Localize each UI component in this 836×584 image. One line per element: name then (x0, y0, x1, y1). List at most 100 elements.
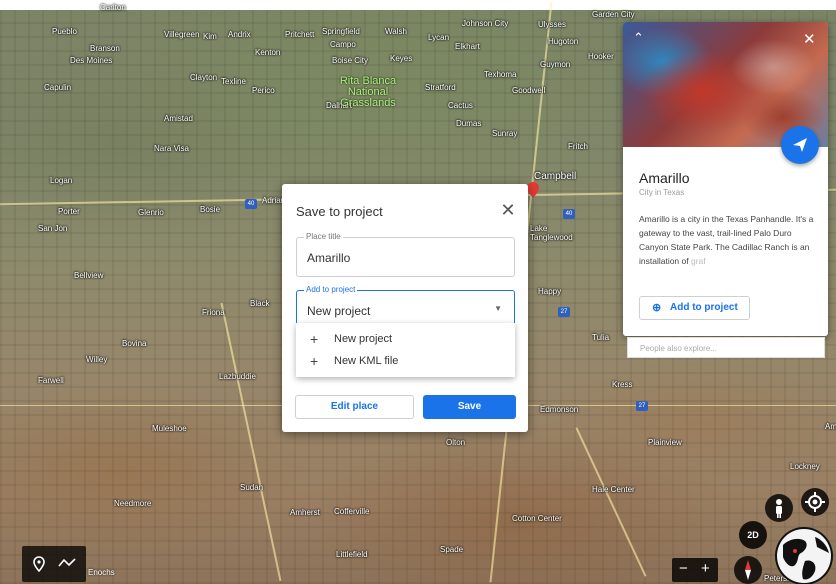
map-label: Kress (612, 380, 633, 389)
map-label: Sunray (492, 129, 518, 138)
map-label: Spade (440, 545, 464, 554)
highway-shield: 40 (563, 209, 575, 219)
map-label: Muleshoe (152, 424, 187, 433)
send-icon (793, 138, 807, 152)
map-label: San Jon (38, 224, 68, 233)
place-subtitle: City in Texas (639, 188, 685, 197)
add-place-icon: ⊕ (652, 302, 662, 314)
compass-icon (745, 560, 751, 580)
location-icon[interactable] (33, 556, 45, 572)
map-label: Farwell (38, 376, 64, 385)
map-label: Keyes (390, 54, 413, 63)
add-to-project-button[interactable]: ⊕ Add to project (639, 296, 750, 320)
map-label: Bellview (74, 271, 104, 280)
map-label: Texhoma (484, 70, 517, 79)
place-title-field[interactable]: Place title Amarillo (296, 232, 515, 277)
map-label: Ulysses (538, 20, 567, 29)
map-label: Amherst (290, 508, 320, 517)
globe-icon (777, 529, 831, 583)
pegman-icon (776, 499, 782, 518)
map-label: Des Moines (70, 56, 113, 65)
map-label: Lazbuddie (219, 372, 256, 381)
place-title-value: Amarillo (307, 251, 351, 265)
chevron-down-icon: ▼ (494, 304, 502, 313)
map-label: Amarillo (825, 422, 836, 431)
menu-item-label: New project (334, 333, 393, 345)
map-label: Plainview (648, 438, 682, 447)
map-label: Lycan (428, 33, 450, 42)
map-label: Black (250, 299, 270, 308)
map-label: Dumas (456, 119, 482, 128)
dialog-title: Save to project (296, 204, 383, 219)
map-label: Bovina (122, 339, 147, 348)
map-label: Lockney (790, 462, 820, 471)
map-label: Springfield (322, 27, 360, 36)
close-icon[interactable]: ✕ (803, 30, 816, 48)
map-label: Garden City (592, 10, 635, 19)
map-label: Olton (446, 438, 466, 447)
my-location-button[interactable] (801, 488, 829, 516)
map-label: Lake Tanglewood (530, 224, 573, 242)
map-label: Capulin (44, 83, 72, 92)
map-label: Fritch (568, 142, 588, 151)
menu-item-new-kml-file[interactable]: + New KML file (296, 350, 515, 372)
chevron-up-icon[interactable]: ⌃ (633, 30, 644, 46)
map-label: Carlton (100, 3, 126, 12)
highway-shield: 40 (245, 199, 257, 209)
project-dropdown-menu: + New project + New KML file (296, 323, 515, 377)
toggle-2d-button[interactable]: 2D (739, 521, 767, 549)
place-description: Amarillo is a city in the Texas Panhandl… (639, 214, 814, 266)
map-label: Elkhart (455, 42, 480, 51)
globe-overview[interactable] (775, 527, 833, 584)
map-label: Hooker (588, 52, 614, 61)
zoom-control: − + (672, 558, 718, 582)
map-label: Goodwell (512, 86, 546, 95)
close-icon[interactable]: ✕ (498, 200, 518, 220)
map-label: Tulia (592, 333, 610, 342)
map-label: Porter (58, 207, 80, 216)
save-to-project-dialog: Save to project ✕ Place title Amarillo A… (282, 184, 528, 432)
map-label: Hale Center (592, 485, 635, 494)
directions-button[interactable] (781, 126, 819, 164)
map-label: Pritchett (285, 30, 315, 39)
place-name: Amarillo (639, 170, 690, 186)
city-label-amarillo[interactable]: Campbell (534, 171, 576, 182)
plus-icon: + (310, 331, 319, 347)
save-button[interactable]: Save (423, 395, 516, 419)
map-label: Friona (202, 308, 225, 317)
map-label: Happy (538, 287, 562, 296)
map-label: Edmonson (540, 405, 579, 414)
park-label: Rita Blanca National Grasslands (339, 75, 397, 109)
map-label: Pueblo (52, 27, 77, 36)
map-label: Glenrio (138, 208, 164, 217)
add-to-project-label: Add to project (304, 285, 358, 294)
map-label: Guymon (540, 60, 571, 69)
bottom-left-toolbar (22, 546, 86, 582)
map-label: Johnson City (462, 19, 509, 28)
map-label: Enochs (88, 568, 115, 577)
street-view-button[interactable] (765, 494, 793, 522)
zoom-in-button[interactable]: + (701, 560, 710, 577)
map-label: Walsh (385, 27, 407, 36)
map-label: Kenton (255, 48, 281, 57)
menu-item-new-project[interactable]: + New project (296, 328, 515, 350)
map-label: Clayton (190, 73, 218, 82)
add-to-project-value: New project (307, 304, 371, 318)
menu-item-label: New KML file (334, 355, 399, 367)
compass-button[interactable] (734, 556, 762, 584)
map-label: Logan (50, 176, 73, 185)
edit-place-button[interactable]: Edit place (295, 395, 414, 419)
map-label: Sudan (240, 483, 264, 492)
map-label: Kim (203, 32, 217, 41)
map-label: Littlefield (336, 550, 368, 559)
map-label: Stratford (425, 83, 456, 92)
measure-path-icon[interactable] (58, 557, 76, 569)
map-label: Hugoton (548, 37, 579, 46)
location-pin-icon[interactable] (527, 182, 539, 198)
zoom-out-button[interactable]: − (679, 560, 688, 577)
place-title-label: Place title (304, 232, 343, 241)
map-label: Campo (330, 40, 356, 49)
crosshair-icon (805, 492, 825, 512)
people-also-explore[interactable]: People also explore... (627, 337, 825, 358)
map-label: Andrix (228, 30, 251, 39)
